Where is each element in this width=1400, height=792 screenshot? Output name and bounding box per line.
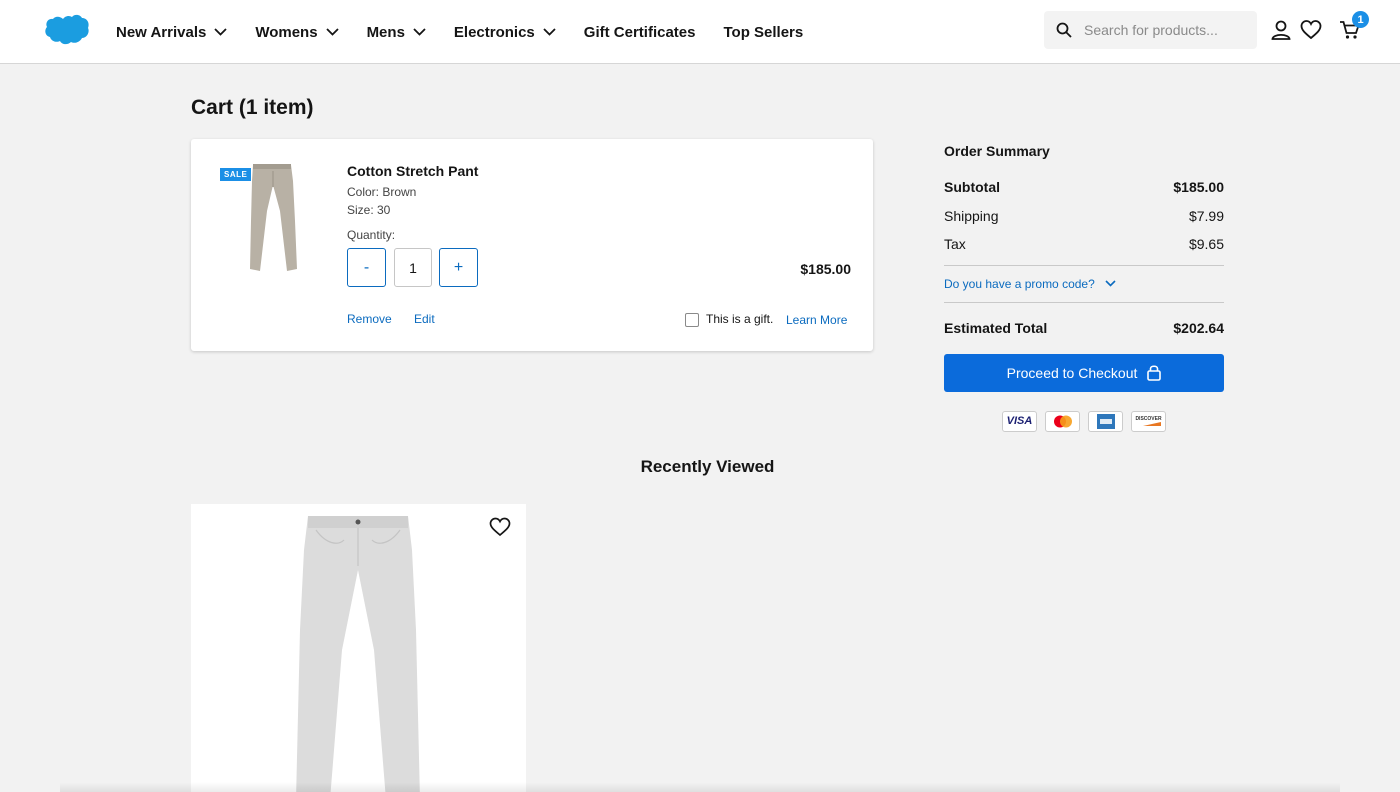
subtotal-value: $185.00	[1173, 179, 1224, 195]
amex-icon	[1088, 410, 1123, 432]
estimated-total-value: $202.64	[1173, 319, 1224, 336]
product-price: $185.00	[800, 261, 851, 277]
promo-label: Do you have a promo code?	[944, 276, 1095, 291]
tax-value: $9.65	[1188, 236, 1224, 252]
decrement-button[interactable]: -	[347, 248, 386, 287]
edit-link[interactable]: Edit	[414, 312, 435, 326]
nav-new-arrivals[interactable]: New Arrivals	[116, 24, 227, 41]
footer-shadow	[60, 782, 1340, 792]
visa-icon: VISA	[1002, 410, 1037, 432]
wishlist-icon[interactable]	[489, 517, 511, 537]
nav-label: Electronics	[453, 23, 535, 41]
gift-checkbox[interactable]	[685, 313, 699, 327]
subtotal-row: Subtotal $185.00	[944, 179, 1224, 208]
wishlist-icon[interactable]	[1300, 19, 1322, 41]
remove-link[interactable]: Remove	[347, 312, 392, 326]
chevron-down-icon	[1105, 280, 1116, 287]
product-size: Size: 30	[347, 203, 391, 217]
learn-more-link[interactable]: Learn More	[786, 313, 847, 327]
chevron-down-icon	[214, 28, 227, 36]
subtotal-label: Subtotal	[944, 179, 1000, 195]
estimated-total-label: Estimated Total	[944, 319, 1048, 336]
order-summary: Order Summary Subtotal $185.00 Shipping …	[944, 140, 1224, 432]
tax-label: Tax	[944, 236, 966, 252]
quantity-label: Quantity:	[347, 228, 396, 242]
increment-button[interactable]: +	[439, 248, 478, 287]
summary-title: Order Summary	[944, 143, 1050, 159]
payment-cards: VISA DISCOVER	[944, 410, 1224, 432]
nav-label: New Arrivals	[116, 23, 207, 41]
nav-label: Gift Certificates	[583, 23, 696, 41]
cart-item-card: SALE Cotton Stretch Pant Color: Brown Si…	[191, 139, 873, 351]
cart-count-badge: 1	[1352, 11, 1369, 28]
cart-title: Cart (1 item)	[191, 96, 314, 119]
nav-mens[interactable]: Mens	[367, 24, 426, 41]
product-image[interactable]	[286, 510, 426, 792]
nav-label: Top Sellers	[723, 23, 804, 41]
mastercard-icon	[1045, 410, 1080, 432]
product-color: Color: Brown	[347, 185, 417, 199]
promo-code-toggle[interactable]: Do you have a promo code?	[944, 266, 1224, 302]
search-icon	[1056, 22, 1072, 38]
nav-gift-certificates[interactable]: Gift Certificates	[584, 24, 696, 41]
nav-top-sellers[interactable]: Top Sellers	[723, 24, 803, 41]
chevron-down-icon	[543, 28, 556, 36]
shipping-row: Shipping $7.99	[944, 208, 1224, 237]
checkout-button[interactable]: Proceed to Checkout	[944, 353, 1224, 392]
nav-label: Mens	[366, 23, 405, 41]
sale-badge: SALE	[220, 168, 252, 181]
estimated-total-row: Estimated Total $202.64	[944, 320, 1224, 336]
tax-row: Tax $9.65	[944, 236, 1224, 265]
quantity-field[interactable]: 1	[394, 248, 432, 287]
main-nav: New Arrivals Womens Mens Electronics Gif…	[116, 0, 831, 64]
salesforce-logo[interactable]	[44, 14, 90, 46]
site-header: New Arrivals Womens Mens Electronics Gif…	[0, 0, 1400, 64]
recently-viewed-title: Recently Viewed	[640, 457, 775, 476]
discover-icon: DISCOVER	[1131, 410, 1166, 432]
search-box[interactable]	[1044, 11, 1257, 49]
nav-label: Womens	[255, 23, 318, 41]
gift-label: This is a gift.	[706, 312, 774, 326]
nav-electronics[interactable]: Electronics	[454, 24, 556, 41]
checkout-label: Proceed to Checkout	[1006, 364, 1138, 381]
lock-icon	[1147, 365, 1162, 381]
product-name[interactable]: Cotton Stretch Pant	[347, 163, 478, 179]
chevron-down-icon	[413, 28, 426, 36]
divider	[944, 301, 1224, 303]
shipping-label: Shipping	[944, 207, 999, 224]
nav-womens[interactable]: Womens	[255, 23, 339, 41]
account-icon[interactable]	[1270, 19, 1292, 41]
search-input[interactable]	[1084, 22, 1254, 38]
recent-product-card[interactable]	[191, 504, 526, 792]
chevron-down-icon	[325, 28, 339, 36]
shipping-value: $7.99	[1188, 207, 1224, 224]
